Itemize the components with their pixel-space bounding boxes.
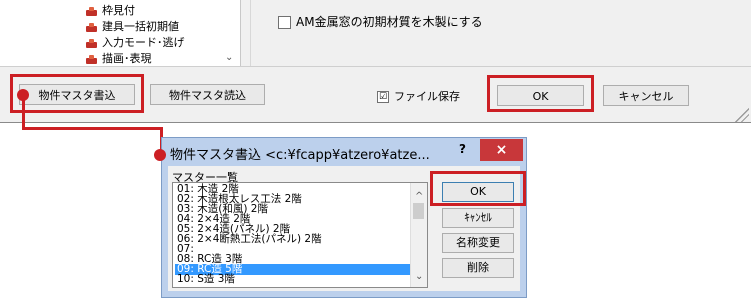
tree-item-input-mode[interactable]: 入力モード･逃げ [86, 35, 185, 51]
highlight-ok-button [487, 75, 594, 112]
file-save-label: ファイル保存 [394, 90, 460, 103]
category-icon [86, 22, 97, 32]
category-icon [86, 38, 97, 48]
write-master-dialog: 物件マスタ書込 <c:¥fcapp¥atzero¥atze... ? × マスタ… [161, 137, 527, 298]
list-scrollbar[interactable]: ^ ⌄ [410, 183, 427, 287]
file-save-checkbox[interactable]: ☑ [377, 91, 389, 103]
callout-dot [17, 89, 29, 101]
wood-material-checkbox[interactable] [278, 16, 291, 29]
window-edge [0, 122, 751, 123]
dialog-cancel-button[interactable]: ｷｬﾝｾﾙ [442, 208, 514, 228]
resize-grip-icon[interactable] [735, 108, 749, 122]
tree-item-drawing[interactable]: 描画･表現 [86, 51, 152, 66]
help-icon[interactable]: ? [459, 142, 466, 156]
dialog-title: 物件マスタ書込 <c:¥fcapp¥atzero¥atze... [170, 148, 430, 163]
tree-item-waku[interactable]: 枠見付 [86, 3, 135, 19]
close-icon[interactable]: × [480, 139, 523, 161]
highlight-dialog-ok-button [430, 171, 526, 206]
category-icon [86, 54, 97, 64]
divider [0, 66, 751, 67]
list-item[interactable]: 10: S造 3階 [175, 274, 415, 285]
scrollbar-thumb[interactable] [413, 203, 424, 219]
settings-tree[interactable]: 枠見付 建具一括初期値 入力モード･逃げ 描画･表現 ⌄ [0, 0, 241, 67]
highlight-write-button [10, 74, 144, 113]
callout-line [22, 127, 162, 130]
rename-button[interactable]: 名称変更 [442, 233, 514, 253]
master-list[interactable]: 01: 木造 2階 02: 木造根太レス工法 2階 03: 木造(和風) 2階 … [172, 182, 428, 288]
divider [250, 0, 251, 66]
chevron-down-icon[interactable]: ⌄ [415, 271, 423, 282]
chevron-down-icon[interactable]: ⌄ [225, 52, 233, 63]
category-icon [86, 6, 97, 16]
callout-dot [154, 149, 166, 161]
read-master-button[interactable]: 物件マスタ読込 [150, 84, 265, 105]
tree-item-tategu[interactable]: 建具一括初期値 [86, 19, 179, 35]
wood-material-label: AM金属窓の初期材質を木製にする [296, 15, 483, 29]
delete-button[interactable]: 削除 [442, 258, 514, 278]
cancel-button[interactable]: キャンセル [603, 85, 689, 106]
chevron-up-icon[interactable]: ^ [415, 191, 423, 202]
